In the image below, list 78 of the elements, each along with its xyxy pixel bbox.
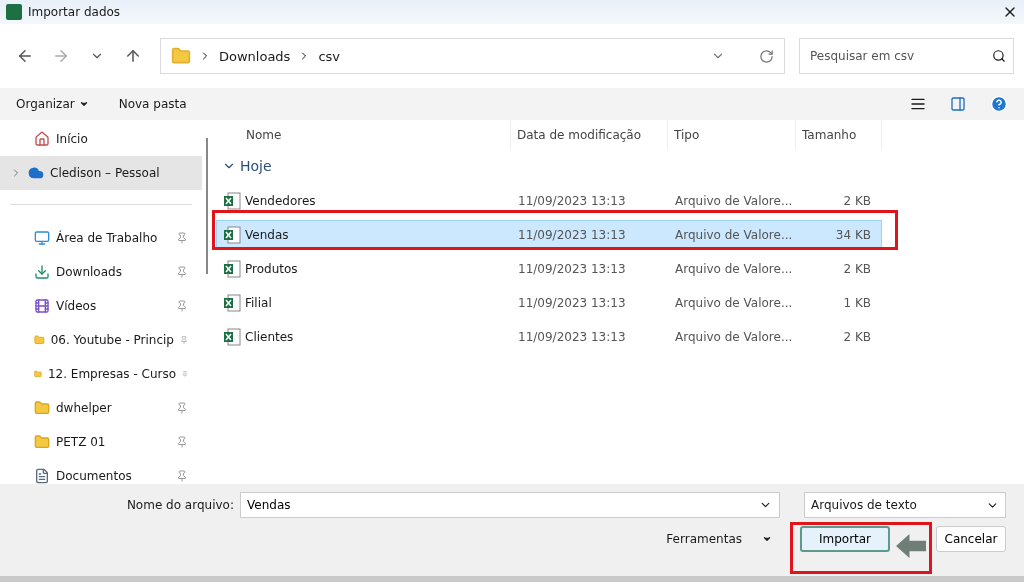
cloud-icon [28,165,44,181]
file-row[interactable]: Vendedores 11/09/2023 13:13 Arquivo de Valore... 2 KB [216,186,882,216]
spreadsheet-file-icon [223,226,241,244]
filename-field[interactable]: Vendas [240,492,780,518]
breadcrumb[interactable]: Downloads [219,48,291,64]
forward-arrow-icon [52,47,70,65]
file-row[interactable]: Produtos 11/09/2023 13:13 Arquivo de Valore... 2 KB [216,254,882,284]
caret-icon [78,99,89,109]
folder-icon [34,434,50,450]
sidebar-item[interactable]: Documentos [0,459,202,484]
scrollbar-thumb[interactable] [206,138,208,274]
type-cell-text: Arquivo de Valore... [674,262,794,276]
column-header[interactable]: Nome [216,120,511,150]
preview-pane-icon[interactable] [950,96,966,112]
file-type-dropdown[interactable]: Arquivos de texto [804,492,1006,518]
column-header[interactable]: Data de modificação [511,120,668,150]
file-row[interactable]: Clientes 11/09/2023 13:13 Arquivo de Valore... 2 KB [216,322,882,352]
filename-label: Nome do arquivo: [126,498,234,512]
import-button[interactable]: Importar [800,526,890,552]
file-row[interactable]: Filial 11/09/2023 13:13 Arquivo de Valore... 1 KB [216,288,882,318]
column-header[interactable]: Tamanho [796,120,882,150]
sidebar-item[interactable]: dwhelper [0,391,202,425]
size-cell-text: 2 KB [842,262,871,276]
sidebar-item[interactable]: 12. Empresas - Curso [0,357,202,391]
size-cell-text: 1 KB [842,296,871,310]
date-cell-text: 11/09/2023 13:13 [517,194,627,208]
date-cell-text: 11/09/2023 13:13 [517,330,627,344]
home-icon [34,131,50,147]
tools-button[interactable]: Ferramentas [666,528,772,550]
sidebar-item[interactable]: Vídeos [0,289,202,323]
window-title: Importar dados [28,5,122,19]
sidebar-item[interactable]: Início [0,122,202,156]
file-name: Vendas [245,228,289,242]
column-header[interactable]: Tipo [668,120,796,150]
address-bar[interactable]: Downloads csv [160,38,785,74]
size-cell-text: 2 KB [842,194,871,208]
date-cell-text: 11/09/2023 13:13 [517,262,627,276]
file-name: Vendedores [245,194,316,208]
sidebar-item[interactable]: Cledison – Pessoal [0,156,202,190]
document-icon [34,468,50,484]
arrow-drawing [896,531,926,561]
caret-icon [762,534,772,544]
desktop-icon [34,230,50,246]
cancel-button[interactable]: Cancelar [936,526,1006,552]
size-cell-text: 2 KB [842,330,871,344]
spreadsheet-file-icon [223,192,241,210]
file-name: Filial [245,296,272,310]
spreadsheet-app-icon [6,4,22,20]
sidebar-item[interactable]: Área de Trabalho [0,221,202,255]
spreadsheet-file-icon [223,294,241,312]
type-cell-text: Arquivo de Valore... [674,330,794,344]
folder-icon [171,46,191,66]
date-cell-text: 11/09/2023 13:13 [517,228,627,242]
breadcrumb[interactable]: csv [318,48,341,64]
view-icon[interactable] [910,96,926,112]
search-icon [992,49,1006,63]
file-name: Clientes [245,330,294,344]
type-cell-text: Arquivo de Valore... [674,228,794,242]
new-folder-button[interactable]: Nova pasta [118,93,187,115]
file-name: Produtos [245,262,298,276]
file-row[interactable]: Vendas 11/09/2023 13:13 Arquivo de Valore... 34 KB [216,220,882,250]
organize-button[interactable]: Organizar [16,93,89,115]
help-icon[interactable] [990,95,1008,113]
refresh-icon[interactable] [759,48,774,64]
type-cell-text: Arquivo de Valore... [674,194,794,208]
type-cell-text: Arquivo de Valore... [674,296,794,310]
sidebar-item[interactable]: PETZ 01 [0,425,202,459]
spreadsheet-file-icon [223,328,241,346]
date-cell-text: 11/09/2023 13:13 [517,296,627,310]
download-icon [34,264,50,280]
search-field[interactable]: Pesquisar em csv [799,38,1014,74]
sidebar-item[interactable]: Downloads [0,255,202,289]
size-cell-text: 34 KB [834,228,871,242]
group-header[interactable]: Hoje [216,152,278,180]
folder-icon [34,400,50,416]
sidebar-item[interactable]: 06. Youtube - Princip [0,323,202,357]
film-icon [34,298,50,314]
spreadsheet-file-icon [223,260,241,278]
